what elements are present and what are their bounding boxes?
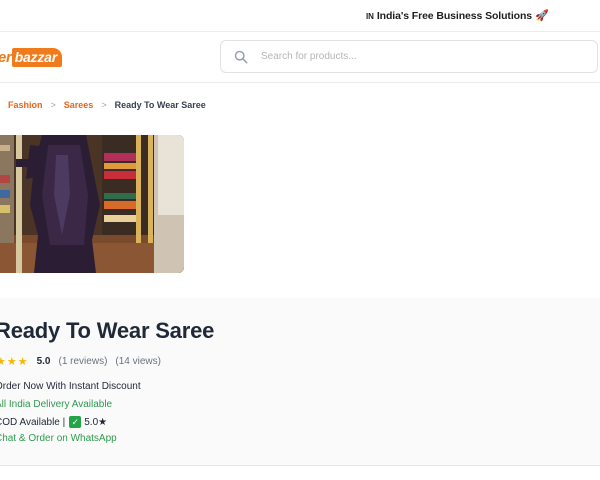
breadcrumb-link-fashion[interactable]: Fashion: [8, 100, 43, 110]
discount-text: Order Now With Instant Discount: [0, 381, 141, 392]
delivery-text: All India Delivery Available: [0, 399, 113, 410]
breadcrumb-link-sarees[interactable]: Sarees: [64, 100, 94, 110]
top-announcement-bar: IN India's Free Business Solutions 🚀: [0, 0, 600, 32]
view-count: (14 views): [115, 356, 161, 367]
site-logo[interactable]: erbazzar: [0, 46, 62, 68]
star-rating-icon: ★★★: [0, 356, 29, 368]
logo-text-part2: bazzar: [11, 47, 62, 67]
product-image[interactable]: [0, 135, 184, 273]
rating-row: ★★★ 5.0 (1 reviews) (14 views): [0, 355, 161, 368]
india-flag-icon: IN: [366, 12, 374, 21]
review-count[interactable]: (1 reviews): [59, 356, 108, 367]
product-title: Ready To Wear Saree: [0, 318, 215, 343]
logo-text-part1: er: [0, 48, 12, 66]
cod-rating: 5.0★: [84, 416, 108, 428]
breadcrumb-current: Ready To Wear Saree: [114, 100, 206, 110]
whatsapp-order-link[interactable]: Chat & Order on WhatsApp: [0, 433, 117, 444]
search-bar[interactable]: [220, 40, 598, 73]
search-input[interactable]: [261, 41, 581, 72]
breadcrumb-separator: >: [101, 100, 107, 110]
announcement-label: India's Free Business Solutions: [376, 10, 532, 22]
breadcrumb-separator: >: [50, 100, 56, 110]
breadcrumb: Fashion > Sarees > Ready To Wear Saree: [8, 100, 206, 110]
announcement-text: IN India's Free Business Solutions 🚀: [366, 9, 549, 22]
rating-value: 5.0: [36, 356, 51, 367]
cod-label: COD Available |: [0, 416, 66, 428]
product-info-card: Ready To Wear Saree ★★★ 5.0 (1 reviews) …: [0, 298, 600, 466]
rocket-icon: 🚀: [535, 10, 549, 22]
check-icon: ✓: [69, 416, 82, 428]
search-icon[interactable]: [234, 50, 248, 64]
cod-row: COD Available | ✓ 5.0★: [0, 416, 107, 428]
product-photo: [0, 135, 184, 273]
site-header: erbazzar: [0, 33, 600, 83]
